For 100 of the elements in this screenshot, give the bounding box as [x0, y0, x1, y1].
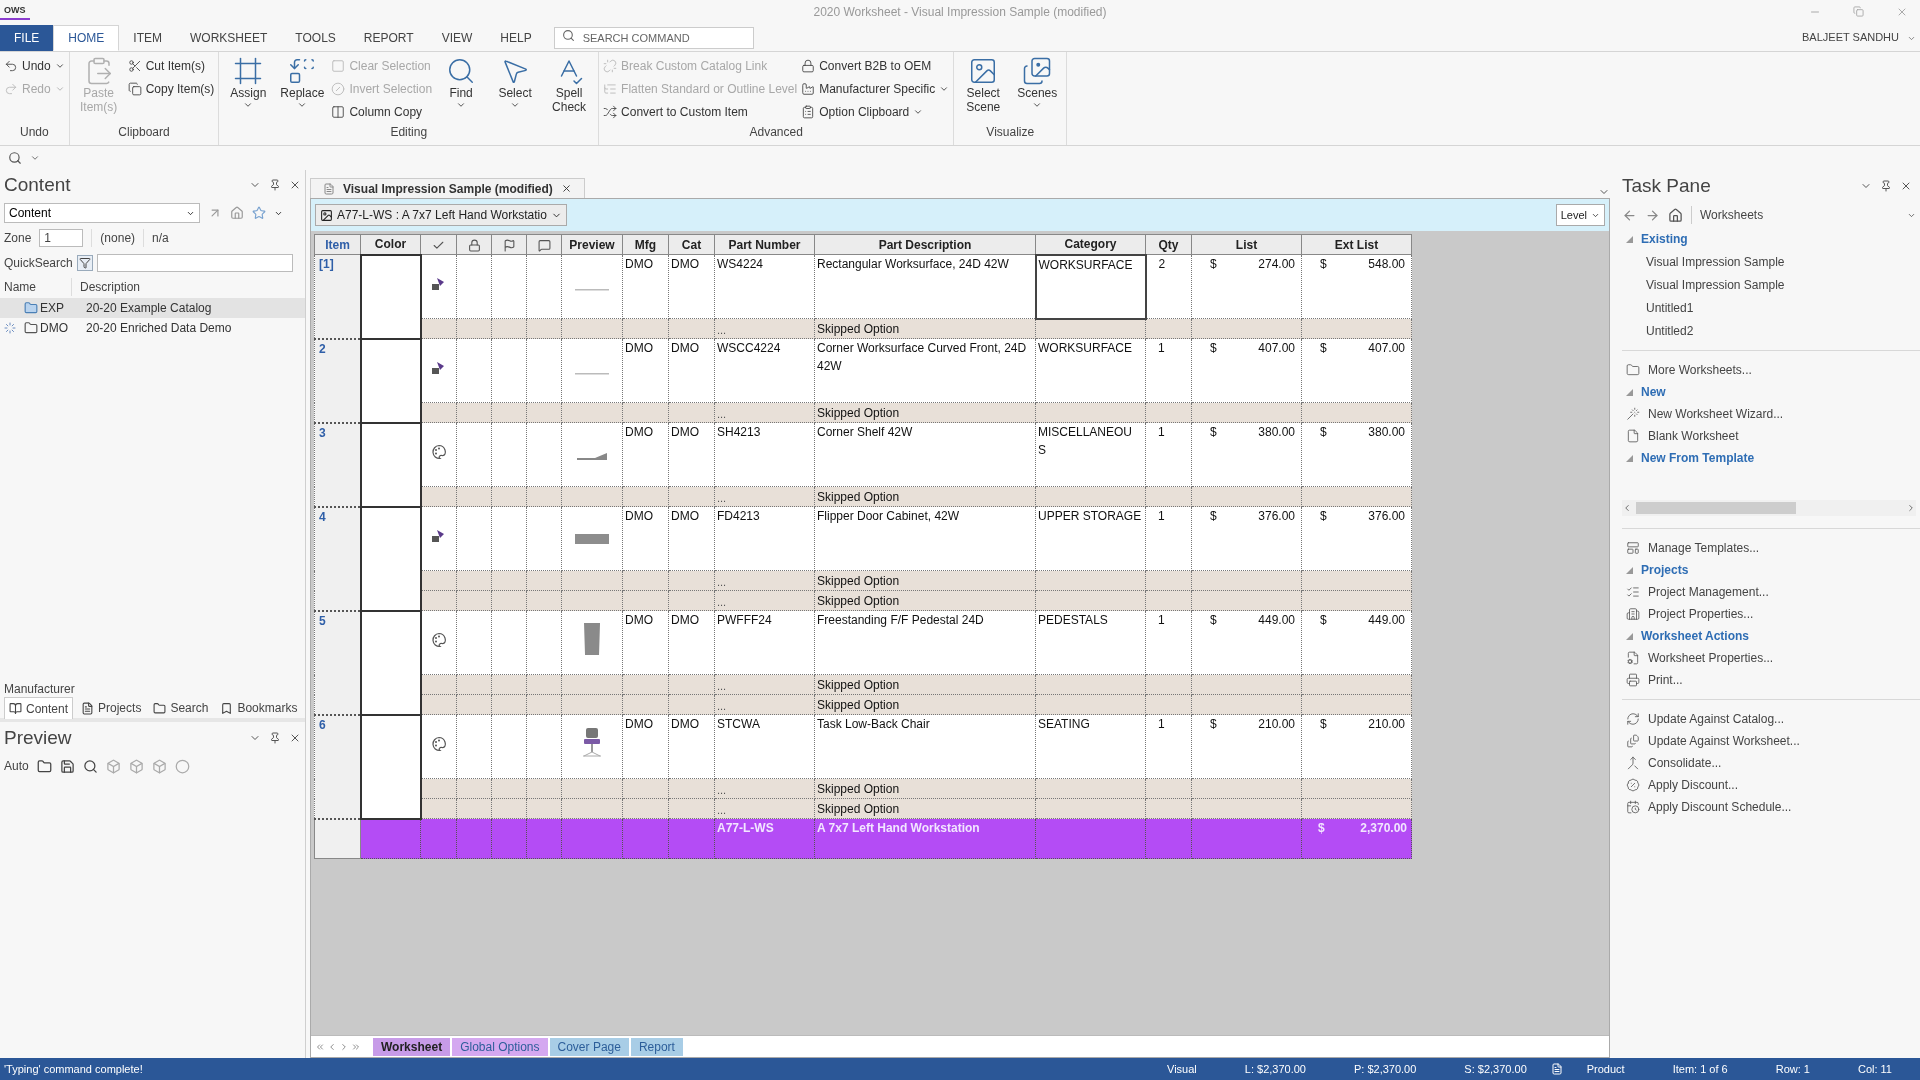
next-icon[interactable]: [339, 1041, 349, 1052]
ribbon-button[interactable]: Find: [436, 56, 487, 123]
ribbon-tab[interactable]: FILE: [0, 25, 54, 51]
last-icon[interactable]: [351, 1041, 361, 1052]
ribbon-button[interactable]: Scenes: [1012, 56, 1063, 123]
item-selector[interactable]: A77-L-WS : A 7x7 Left Hand Workstatio: [315, 204, 567, 226]
column-header[interactable]: [526, 234, 562, 255]
column-header[interactable]: [456, 234, 492, 255]
panel-tab[interactable]: Search: [149, 697, 213, 719]
ribbon-tab[interactable]: TOOLS: [281, 25, 350, 51]
scroll-right-icon[interactable]: [1906, 503, 1916, 513]
save-icon[interactable]: [59, 758, 75, 774]
circle-icon[interactable]: [174, 758, 190, 774]
ribbon-button[interactable]: Undo: [4, 56, 65, 76]
task-link[interactable]: Manage Templates...: [1622, 537, 1920, 559]
pin-icon[interactable]: [269, 179, 281, 191]
search-command-field[interactable]: SEARCH COMMAND: [553, 27, 754, 49]
task-link[interactable]: More Worksheets...: [1622, 359, 1920, 381]
tree-item[interactable]: DMO 20-20 Enriched Data Demo: [0, 318, 305, 338]
scrollbar-thumb[interactable]: [1636, 502, 1796, 514]
forward-icon[interactable]: [1645, 207, 1660, 223]
item-cell[interactable]: 5: [314, 610, 361, 715]
column-header[interactable]: Item: [314, 234, 361, 255]
table-cell[interactable]: WORKSURFACE: [1035, 338, 1146, 403]
task-link[interactable]: Consolidate...: [1622, 752, 1920, 774]
item-cell[interactable]: [1]: [314, 254, 361, 339]
column-header[interactable]: Preview: [561, 234, 623, 255]
item-cell[interactable]: 6: [314, 714, 361, 819]
location-dropdown[interactable]: Worksheets: [1691, 206, 1916, 224]
scroll-left-icon[interactable]: [1622, 503, 1632, 513]
tree-item[interactable]: EXP 20-20 Example Catalog: [0, 298, 305, 318]
back-icon[interactable]: [1622, 207, 1637, 223]
section-heading[interactable]: New: [1622, 381, 1920, 403]
task-link[interactable]: Print...: [1622, 669, 1920, 691]
table-cell[interactable]: UPPER STORAGE: [1035, 506, 1146, 571]
user-name[interactable]: BALJEET SANDHU: [1802, 28, 1907, 45]
item-cell[interactable]: 4: [314, 506, 361, 611]
ribbon-button[interactable]: Select Scene: [958, 56, 1009, 123]
table-cell[interactable]: MISCELLANEOU S: [1035, 422, 1146, 487]
column-header[interactable]: Category: [1035, 234, 1146, 255]
ribbon-tab[interactable]: WORKSHEET: [176, 25, 282, 51]
section-heading[interactable]: Existing: [1622, 228, 1920, 250]
table-cell[interactable]: SEATING: [1035, 714, 1146, 779]
ribbon-button[interactable]: Convert to Custom Item: [603, 102, 798, 122]
folder-icon[interactable]: [36, 758, 52, 774]
document-tab[interactable]: Visual Impression Sample (modified): [310, 178, 585, 198]
column-header[interactable]: Part Number: [714, 234, 815, 255]
star-icon[interactable]: [252, 206, 266, 220]
worksheet-link[interactable]: Untitled2: [1622, 319, 1920, 342]
search-icon[interactable]: [8, 151, 22, 165]
panel-tab[interactable]: Projects: [77, 697, 146, 719]
pin-icon[interactable]: [1880, 180, 1892, 192]
task-link[interactable]: Worksheet Properties...: [1622, 647, 1920, 669]
sheet-tab[interactable]: Report: [630, 1037, 683, 1056]
sheet-tab[interactable]: Cover Page: [549, 1037, 629, 1056]
task-link[interactable]: Update Against Catalog...: [1622, 708, 1920, 730]
ribbon-button[interactable]: Cut Item(s): [127, 56, 215, 76]
column-header[interactable]: Part Description: [814, 234, 1036, 255]
table-cell[interactable]: WORKSURFACE: [1035, 254, 1146, 319]
item-cell[interactable]: 3: [314, 422, 361, 507]
ribbon-button[interactable]: Column Copy: [331, 102, 433, 122]
column-header[interactable]: List: [1191, 234, 1302, 255]
ribbon-button[interactable]: Manufacturer Specific: [801, 79, 950, 99]
task-link[interactable]: Project Properties...: [1622, 603, 1920, 625]
task-link[interactable]: Update Against Worksheet...: [1622, 730, 1920, 752]
customize-icon[interactable]: [30, 153, 40, 163]
cube-icon[interactable]: [128, 758, 144, 774]
column-header[interactable]: Cat: [668, 234, 715, 255]
panel-tab[interactable]: Bookmarks: [216, 697, 302, 719]
zone-spinner[interactable]: 1: [39, 229, 84, 247]
ribbon-button[interactable]: Assign: [223, 56, 274, 123]
section-heading[interactable]: New From Template: [1622, 447, 1920, 469]
filter-icon[interactable]: [76, 255, 93, 271]
worksheet-link[interactable]: Visual Impression Sample: [1622, 250, 1920, 273]
task-link[interactable]: Apply Discount...: [1622, 774, 1920, 796]
pin-icon[interactable]: [269, 732, 281, 744]
ribbon-button[interactable]: Option Clipboard: [801, 102, 950, 122]
ribbon-tab[interactable]: HELP: [486, 25, 546, 51]
column-header[interactable]: Mfg: [622, 234, 669, 255]
column-header[interactable]: [491, 234, 527, 255]
column-header[interactable]: Qty: [1145, 234, 1192, 255]
column-header[interactable]: Ext List: [1301, 234, 1412, 255]
close-icon[interactable]: [560, 183, 572, 194]
ribbon-button[interactable]: Copy Item(s): [127, 79, 215, 99]
section-heading[interactable]: Worksheet Actions: [1622, 625, 1920, 647]
ribbon-tab[interactable]: VIEW: [427, 25, 487, 51]
ribbon-tab[interactable]: HOME: [53, 25, 120, 51]
quicksearch-field[interactable]: [96, 254, 293, 272]
close-icon[interactable]: [289, 732, 301, 744]
ribbon-button[interactable]: Replace: [277, 56, 328, 123]
close-icon[interactable]: [289, 179, 301, 191]
close-icon[interactable]: [1900, 180, 1912, 192]
cube-icon[interactable]: [151, 758, 167, 774]
source-dropdown[interactable]: Content: [4, 203, 200, 223]
ribbon-button[interactable]: Select: [490, 56, 541, 123]
restore-icon[interactable]: [1853, 6, 1864, 17]
ribbon-button[interactable]: Spell Check: [544, 56, 595, 123]
ribbon-tab[interactable]: REPORT: [349, 25, 428, 51]
column-header[interactable]: [420, 234, 457, 255]
worksheet-link[interactable]: Untitled1: [1622, 296, 1920, 319]
